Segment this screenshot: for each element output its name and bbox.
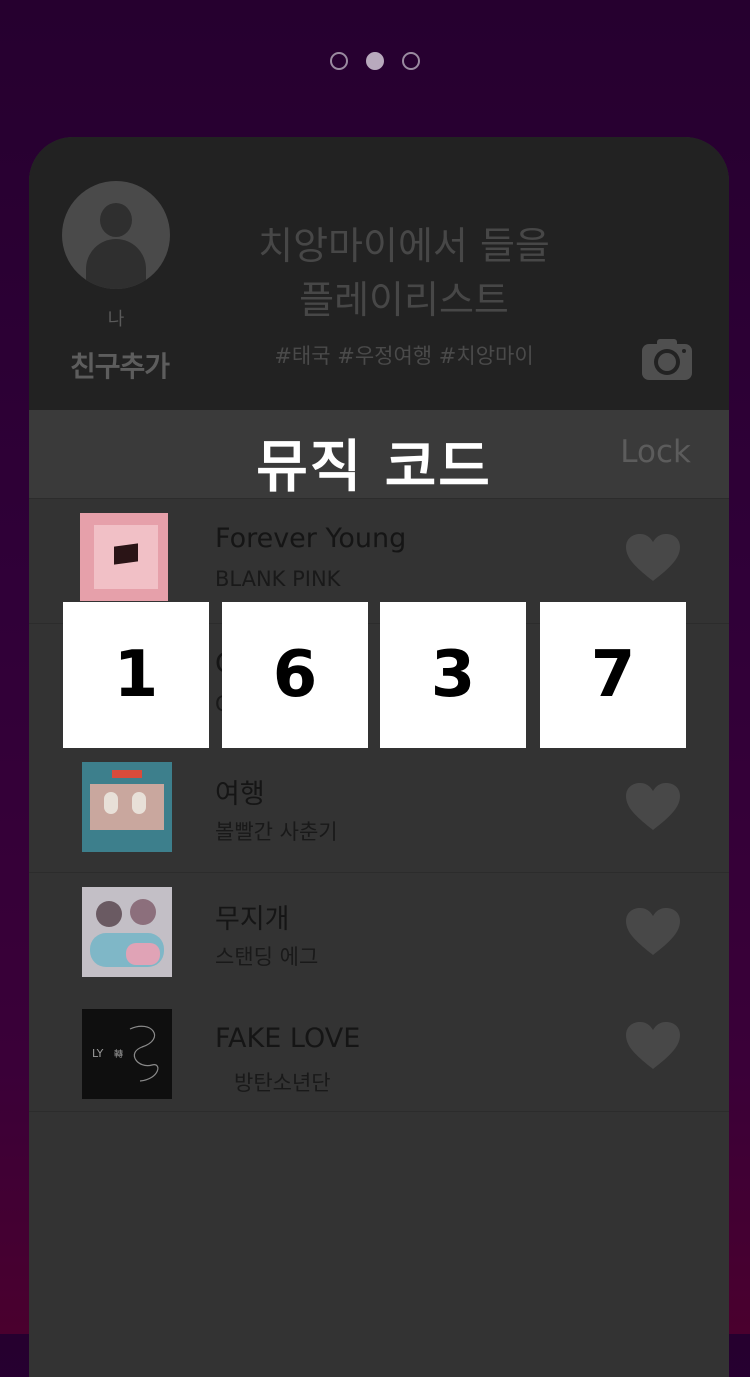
person-icon-head: [100, 203, 132, 237]
code-digit-1: 1: [63, 602, 209, 748]
svg-text:轉: 轉: [114, 1048, 123, 1060]
playlist-card: 나 친구추가 치앙마이에서 들을 플레이리스트 #태국 #우정여행 #치앙마이 …: [29, 137, 729, 1377]
heart-icon[interactable]: [625, 1021, 681, 1071]
song-row[interactable]: LY 轉 FAKE LOVE 방탄소년단: [29, 987, 729, 1112]
code-digit-4: 7: [540, 602, 686, 748]
heart-icon[interactable]: [625, 533, 681, 583]
avatar[interactable]: [62, 181, 170, 289]
song-row[interactable]: 무지개 스탠딩 에그: [29, 873, 729, 998]
me-label: 나: [107, 309, 125, 330]
code-digit-3: 3: [380, 602, 526, 748]
album-cover: [80, 513, 168, 601]
song-artist: 방탄소년단: [234, 1071, 331, 1095]
music-code-bar: 뮤직 코드 Lock: [29, 410, 729, 500]
song-title: Forever Young: [215, 523, 407, 554]
camera-icon[interactable]: [641, 337, 693, 381]
song-artist: BLANK PINK: [215, 567, 341, 591]
page-dot-2-active[interactable]: [366, 52, 384, 70]
playlist-title-line1: 치앙마이에서 들을: [258, 224, 550, 268]
code-digit-2: 6: [222, 602, 368, 748]
song-row[interactable]: 여행 볼빨간 사춘기: [29, 748, 729, 873]
page-indicator: [0, 52, 750, 70]
person-icon-body: [86, 239, 146, 289]
page-dot-3[interactable]: [402, 52, 420, 70]
music-code-title: 뮤직 코드: [256, 435, 492, 500]
page-dot-1[interactable]: [330, 52, 348, 70]
album-cover: [82, 762, 172, 852]
song-title: 무지개: [215, 904, 290, 935]
heart-icon[interactable]: [625, 782, 681, 832]
svg-text:LY: LY: [92, 1047, 104, 1060]
playlist-title-line2: 플레이리스트: [299, 278, 509, 322]
song-title: FAKE LOVE: [215, 1023, 361, 1054]
playlist-tags: #태국 #우정여행 #치앙마이: [274, 344, 534, 368]
playlist-header: 나 친구추가 치앙마이에서 들을 플레이리스트 #태국 #우정여행 #치앙마이: [29, 137, 729, 410]
lock-button[interactable]: Lock: [620, 434, 691, 470]
playlist-title: 치앙마이에서 들을 플레이리스트: [214, 219, 594, 327]
heart-icon[interactable]: [625, 907, 681, 957]
album-art-scribble: LY 轉: [92, 1025, 159, 1082]
album-cover: LY 轉: [82, 1009, 172, 1099]
song-artist: 스탠딩 에그: [215, 945, 319, 969]
album-cover: [82, 887, 172, 977]
song-artist: 볼빨간 사춘기: [215, 820, 338, 844]
song-title: 여행: [215, 779, 265, 810]
add-friend-button[interactable]: 친구추가: [62, 345, 177, 385]
